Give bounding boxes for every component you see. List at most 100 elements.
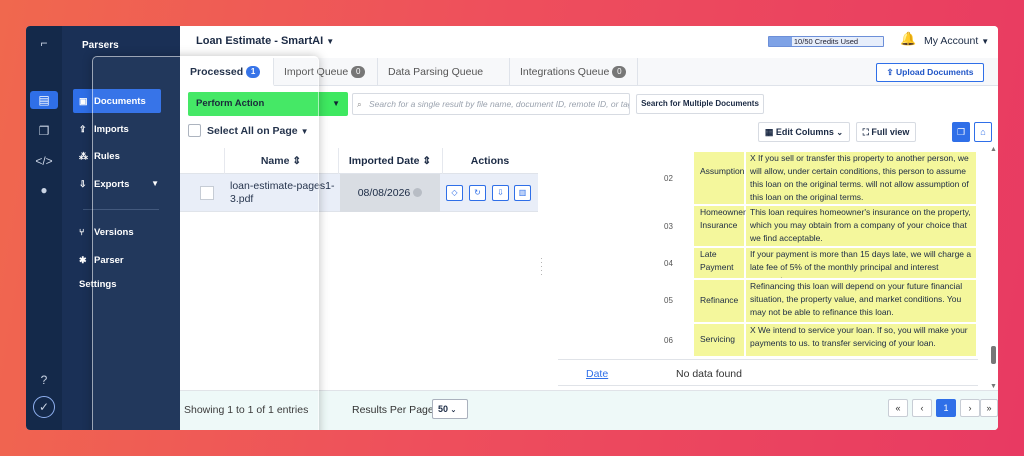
sitemap-icon: ⁂ <box>79 151 88 161</box>
row-checkbox[interactable] <box>200 186 214 200</box>
detail-row: 06 Servicing X We intend to service your… <box>558 324 978 356</box>
scroll-up-icon[interactable]: ▲ <box>990 146 997 153</box>
file-name[interactable]: loan-estimate-pages1-3.pdf <box>230 180 335 206</box>
scroll-down-icon[interactable]: ▼ <box>990 383 997 390</box>
trash-icon[interactable]: ▥ <box>514 185 531 201</box>
sidebar-item-label: Documents <box>94 96 146 107</box>
table-row[interactable]: loan-estimate-pages1-3.pdf 08/08/2026 ◇ … <box>180 174 538 212</box>
sidebar-title: Parsers <box>82 40 119 51</box>
search-icon: ⌕ <box>357 99 362 109</box>
sidebar-item-versions[interactable]: ⑂ Versions <box>73 220 161 244</box>
caret-down-icon: ▼ <box>981 37 990 46</box>
download-icon[interactable]: ⇩ <box>492 185 509 201</box>
credits-meter: 10/50 Credits Used <box>768 36 884 47</box>
column-name[interactable]: Name ⇕ <box>224 148 338 174</box>
prev-page-button[interactable]: ‹ <box>912 399 932 417</box>
column-imported-date[interactable]: Imported Date ⇕ <box>338 148 442 174</box>
upload-icon: ⇪ <box>886 67 897 77</box>
chevron-down-icon: ⌄ <box>836 128 844 137</box>
count-badge: 1 <box>246 66 261 78</box>
tab-import-queue[interactable]: Import Queue 0 <box>274 58 378 86</box>
caret-down-icon: ▼ <box>326 37 335 46</box>
select-all-checkbox[interactable]: Select All on Page ▼ <box>188 124 308 139</box>
tab-data-parsing-queue[interactable]: Data Parsing Queue0 <box>378 58 510 106</box>
sidebar-item-label: Rules <box>94 151 120 162</box>
detail-row: 04 Late Payment If your payment is more … <box>558 248 978 278</box>
chevron-down-icon: ⌄ <box>450 407 457 414</box>
footer: Showing 1 to 1 of 1 entries Results Per … <box>180 390 998 430</box>
last-page-button[interactable]: » <box>980 399 998 417</box>
date-link[interactable]: Date <box>586 368 608 380</box>
row-index: 05 <box>664 296 673 305</box>
field-value: If your payment is more than 15 days lat… <box>746 248 976 278</box>
field-key: Servicing <box>694 324 744 356</box>
sidebar-item-label: Versions <box>94 227 134 238</box>
next-page-button[interactable]: › <box>960 399 980 417</box>
first-page-button[interactable]: « <box>888 399 908 417</box>
row-index: 02 <box>664 174 673 183</box>
code-icon[interactable]: </> <box>34 152 54 170</box>
credits-label: 10/50 Credits Used <box>793 37 859 46</box>
app-title[interactable]: Loan Estimate - SmartAI ▼ <box>196 35 334 47</box>
refresh-icon[interactable]: ↻ <box>469 185 486 201</box>
branch-icon: ⑂ <box>79 227 85 237</box>
tab-processed[interactable]: Processed 1 <box>180 58 274 86</box>
user-icon[interactable]: ● <box>34 181 54 199</box>
tag-view-icon[interactable]: ⌂ <box>974 122 992 142</box>
sidebar-item-label: Exports <box>94 179 130 190</box>
bell-icon[interactable]: 🔔 <box>900 31 916 47</box>
sidebar-item-exports[interactable]: ⇩ Exports ▼ <box>73 172 161 196</box>
icon-rail: ⌐ ▤ ❐ </> ● ? ✓ <box>26 26 62 430</box>
resize-handle[interactable]: · · · · · <box>540 254 543 279</box>
scroll-thumb[interactable] <box>991 346 996 364</box>
field-value: X If you sell or transfer this property … <box>746 152 976 204</box>
timer-icon[interactable]: ✓ <box>33 396 55 418</box>
account-menu[interactable]: My Account ▼ <box>924 35 989 47</box>
edit-columns-button[interactable]: ▦ Edit Columns ⌄ <box>758 122 850 142</box>
sidebar-item-parser-settings[interactable]: ✱ Parser Settings <box>73 248 161 290</box>
row-index: 06 <box>664 336 673 345</box>
top-bar: Loan Estimate - SmartAI ▼ 10/50 Credits … <box>180 26 998 58</box>
row-index: 03 <box>664 222 673 231</box>
documents-table: Name ⇕ Imported Date ⇕ Actions loan-esti… <box>180 148 540 390</box>
logo-icon: ⌐ <box>40 36 48 50</box>
sidebar-item-rules[interactable]: ⁂ Rules <box>73 144 161 168</box>
per-page-select[interactable]: 50 ⌄ <box>432 399 468 419</box>
sidebar: Parsers ▣ Documents ⇪ Imports ⁂ Rules ⇩ Expo… <box>62 26 180 430</box>
tab-integrations-queue[interactable]: Integrations Queue 0 <box>510 58 638 86</box>
scrollbar[interactable]: ▲ ▼ <box>988 144 998 390</box>
field-value: Refinancing this loan will depend on you… <box>746 280 976 322</box>
detail-row: 03 Homeowner's Insurance This loan requi… <box>558 206 978 246</box>
search-input[interactable]: ⌕ Search for a single result by file name… <box>352 93 630 115</box>
help-icon[interactable]: ? <box>34 371 54 389</box>
document-detail-panel: 02 Assumption X If you sell or transfer … <box>558 148 998 388</box>
detail-row: 02 Assumption X If you sell or transfer … <box>558 152 978 204</box>
sidebar-item-label: Imports <box>94 124 129 135</box>
date-row: Date No data found <box>558 360 978 386</box>
info-icon[interactable] <box>413 188 423 197</box>
full-view-button[interactable]: ⛶ Full view <box>856 122 916 142</box>
field-key: Assumption <box>694 152 744 204</box>
field-key: Refinance <box>694 280 744 322</box>
sidebar-item-imports[interactable]: ⇪ Imports <box>73 117 161 141</box>
sort-icon: ⇕ <box>422 155 432 167</box>
tag-icon[interactable]: ◇ <box>446 185 463 201</box>
imported-date: 08/08/2026 <box>340 174 440 212</box>
sidebar-item-documents[interactable]: ▣ Documents <box>73 89 161 113</box>
gear-icon: ✱ <box>79 255 87 265</box>
copy-icon[interactable]: ❐ <box>34 122 54 140</box>
field-key: Late Payment <box>694 248 744 278</box>
copy-view-icon[interactable]: ❐ <box>952 122 970 142</box>
checkbox[interactable] <box>188 124 201 137</box>
header-checkbox <box>180 148 224 174</box>
search-multiple-button[interactable]: Search for Multiple Documents <box>636 94 764 114</box>
documents-icon: ▣ <box>79 96 88 106</box>
upload-documents-button[interactable]: ⇪ Upload Documents <box>876 63 984 82</box>
main-panel: Loan Estimate - SmartAI ▼ 10/50 Credits … <box>180 26 998 430</box>
no-data-text: No data found <box>676 368 742 380</box>
detail-row: 05 Refinance Refinancing this loan will … <box>558 280 978 322</box>
parsers-icon[interactable]: ▤ <box>30 91 58 109</box>
perform-action-dropdown[interactable]: Perform Action ▼ <box>188 92 348 116</box>
page-button[interactable]: 1 <box>936 399 956 417</box>
sidebar-divider <box>83 209 159 210</box>
